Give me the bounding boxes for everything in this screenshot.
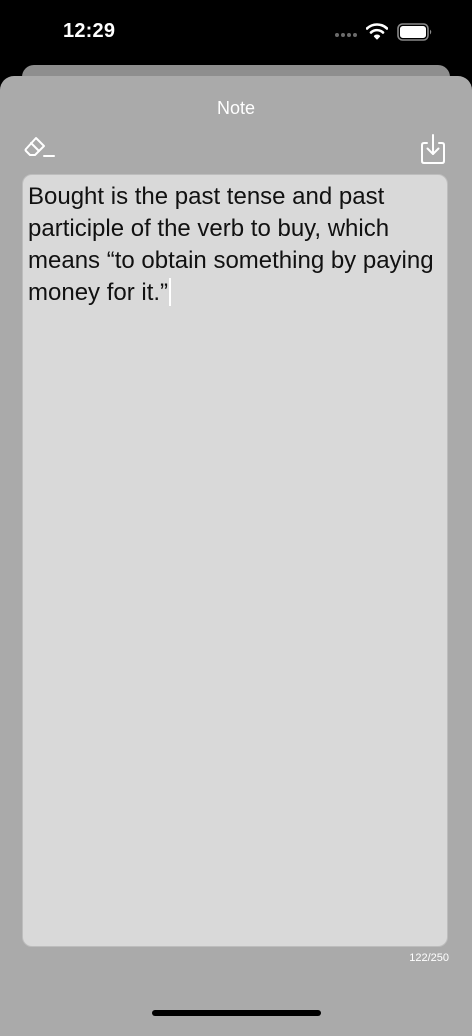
download-tray-icon <box>421 134 445 164</box>
home-indicator[interactable] <box>152 1010 321 1016</box>
note-text: Bought is the past tense and past partic… <box>28 181 438 309</box>
note-sheet: Note Bought is the past tense and past p… <box>0 76 472 1036</box>
text-cursor <box>169 278 172 306</box>
signal-dots-icon <box>335 33 357 37</box>
clear-button[interactable] <box>22 132 56 166</box>
note-text-content: Bought is the past tense and past partic… <box>28 183 434 306</box>
eraser-icon <box>24 137 55 157</box>
status-bar: 12:29 <box>0 0 472 64</box>
battery-icon <box>397 23 432 41</box>
character-counter: 122/250 <box>409 952 449 964</box>
sheet-title: Note <box>216 98 256 118</box>
status-time: 12:29 <box>63 20 116 42</box>
save-button[interactable] <box>416 132 450 166</box>
wifi-icon <box>366 23 388 40</box>
note-text-area[interactable]: Bought is the past tense and past partic… <box>22 174 448 947</box>
